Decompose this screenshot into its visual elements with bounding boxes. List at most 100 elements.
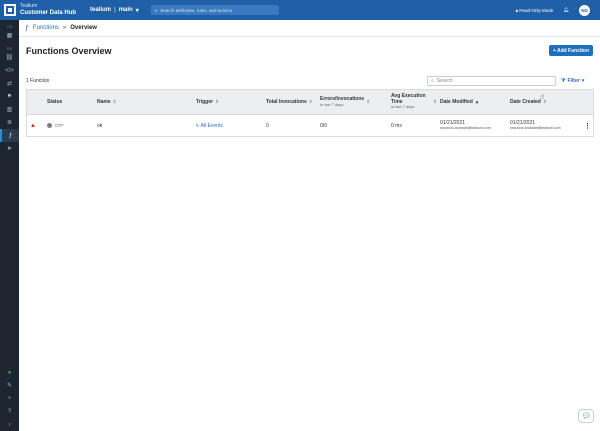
- status-text: OFF: [55, 123, 64, 128]
- more-vertical-icon[interactable]: ⋮: [584, 122, 591, 130]
- functions-table: Status Name ⇕ Trigger ⇕ Total Invocations ⇕…: [26, 89, 594, 137]
- row-trigger[interactable]: ϟ All Events: [193, 123, 263, 129]
- header-date-modified[interactable]: Date Modified ▼: [437, 99, 507, 105]
- brand-title: Customer Data Hub: [20, 10, 77, 16]
- tealium-logo-icon: [4, 4, 16, 16]
- send-icon[interactable]: ➤: [0, 142, 19, 155]
- search-icon: ⌕: [431, 78, 434, 84]
- dashboard-icon[interactable]: ▦: [0, 29, 19, 42]
- header-trigger-label: Trigger: [196, 99, 213, 105]
- header-status[interactable]: Status: [44, 99, 94, 105]
- row-dm-stack: 01/21/2021 mauricio.andrade@tealium.com: [440, 120, 491, 131]
- row-date-modified: 01/21/2021 mauricio.andrade@tealium.com: [437, 120, 507, 131]
- header-errors-stack: Errors/Invocations in last 7 days: [320, 96, 364, 107]
- row-errors: 0/0: [320, 122, 327, 129]
- created-by: mauricio.andrade@tealium.com: [510, 126, 561, 131]
- warning-icon: ▲: [30, 122, 36, 129]
- page-title: Functions Overview: [26, 46, 112, 56]
- modified-by: mauricio.andrade@tealium.com: [440, 126, 491, 131]
- row-date-created: 01/21/2021 mauricio.andrade@tealium.com: [507, 120, 577, 131]
- header-name[interactable]: Name ⇕: [94, 99, 193, 105]
- cursor-icon: ☝︎: [540, 94, 545, 101]
- function-count: 1 Function: [26, 78, 50, 84]
- header-avg-execution[interactable]: Avg Execution Time in last 7 days ⇕: [388, 93, 437, 110]
- header-trigger[interactable]: Trigger ⇕: [193, 99, 263, 105]
- header-name-label: Name: [97, 99, 111, 105]
- brand[interactable]: Tealium Customer Data Hub: [0, 0, 82, 20]
- lock-icon: 🔒︎: [515, 7, 518, 13]
- status-dot-icon: [47, 123, 52, 128]
- sort-icon: ⇕: [366, 99, 370, 104]
- table-header: Status Name ⇕ Trigger ⇕ Total Invocations ⇕…: [27, 90, 593, 114]
- search-icon: ⌕: [154, 7, 158, 13]
- bar-chart-icon[interactable]: ▥: [0, 103, 19, 116]
- top-bar: Tealium Customer Data Hub tealium | main…: [0, 0, 600, 20]
- filter-icon: ⧩: [561, 78, 566, 84]
- code-icon[interactable]: </>: [0, 64, 19, 77]
- functions-breadcrumb-icon: ƒ: [25, 24, 29, 32]
- readonly-label: Read-Only Mode: [519, 7, 554, 13]
- trigger-label: All Events: [200, 122, 223, 129]
- row-dc-stack: 01/21/2021 mauricio.andrade@tealium.com: [510, 120, 561, 131]
- account-separator: |: [114, 7, 116, 13]
- storage-icon[interactable]: ≣: [0, 116, 19, 129]
- row-warning: ▲: [27, 123, 44, 129]
- functions-icon[interactable]: ƒ: [0, 129, 19, 142]
- account-name: tealium: [90, 7, 112, 13]
- wrench-icon[interactable]: ✎: [0, 379, 19, 392]
- search-input[interactable]: ⌕ Search: [427, 76, 556, 86]
- breadcrumb: ƒ Functions » Overview: [19, 20, 600, 37]
- row-status[interactable]: OFF: [44, 123, 94, 128]
- table-row[interactable]: ▲ OFF ok ϟ All Events 0 0/0 0 ms 01/21/2…: [27, 114, 593, 136]
- row-avg-execution: 0 ms: [391, 122, 402, 129]
- sort-desc-icon: ▼: [474, 99, 480, 105]
- sort-icon: ⇕: [308, 99, 313, 104]
- sort-icon: ⇕: [112, 99, 117, 104]
- header-status-label: Status: [47, 99, 63, 105]
- header-avg-stack: Avg Execution Time in last 7 days: [391, 93, 431, 110]
- avatar[interactable]: ND: [579, 4, 590, 16]
- header-dc-label: Date Created: [510, 99, 541, 105]
- row-actions[interactable]: ⋮: [577, 122, 595, 130]
- filter-label: Filter: [567, 78, 580, 84]
- header-total-invocations[interactable]: Total Invocations ⇕: [263, 99, 317, 105]
- row-name[interactable]: ok: [94, 123, 193, 129]
- rail-section-cs: CS: [6, 24, 13, 29]
- breadcrumb-separator-icon: »: [62, 25, 67, 31]
- trigger-link[interactable]: ϟ All Events: [196, 123, 223, 129]
- header-errors-sub: in last 7 days: [320, 101, 344, 107]
- flag-icon[interactable]: ⚑: [0, 90, 19, 103]
- header-dm-label: Date Modified: [440, 99, 473, 105]
- lightning-icon: ϟ: [196, 122, 199, 129]
- chat-icon[interactable]: 💬︎: [578, 409, 594, 423]
- global-search-placeholder: Search attributes, rules, and actions: [160, 7, 233, 13]
- header-total-label: Total Invocations: [266, 99, 307, 105]
- topbar-right: 🔒︎ Read-Only Mode 🔔︎ ND: [516, 4, 600, 16]
- row-total-invocations: 0: [266, 122, 269, 129]
- header-avg-sub: in last 7 days: [391, 104, 415, 110]
- connections-icon[interactable]: ⛓: [0, 51, 19, 64]
- bell-icon[interactable]: 🔔︎: [563, 7, 569, 13]
- profile-name: main: [118, 7, 133, 13]
- global-search-input[interactable]: ⌕ Search attributes, rules, and actions: [150, 5, 279, 15]
- search-placeholder: Search: [436, 78, 453, 84]
- chevron-down-icon: ▾: [135, 7, 139, 14]
- brand-text: Tealium Customer Data Hub: [20, 3, 77, 17]
- help-icon[interactable]: ?: [0, 405, 19, 418]
- breadcrumb-current: Overview: [70, 25, 97, 31]
- account-profile-selector[interactable]: tealium | main ▾: [90, 7, 139, 14]
- breadcrumb-functions[interactable]: Functions: [33, 25, 59, 31]
- sort-icon: ⇕: [214, 99, 219, 104]
- filter-button[interactable]: ⧩ Filter ▾: [561, 76, 594, 86]
- header-errors[interactable]: Errors/Invocations in last 7 days ⇕: [317, 96, 388, 107]
- status-leaf-icon[interactable]: ●: [0, 366, 19, 379]
- expand-icon[interactable]: ›: [0, 418, 19, 431]
- add-function-button[interactable]: + Add Function: [549, 45, 593, 56]
- chevron-down-icon: ▾: [581, 78, 585, 84]
- rail-bottom: ● ✎ ⑂ ? ›: [0, 366, 19, 431]
- brand-sub: Tealium: [20, 3, 38, 9]
- rules-icon[interactable]: ⇄: [0, 77, 19, 90]
- left-nav-rail: CS ▦ SS ⛓ </> ⇄ ⚑ ▥ ≣ ƒ ➤ ● ✎ ⑂ ? ›: [0, 20, 19, 431]
- readonly-toggle[interactable]: 🔒︎ Read-Only Mode: [516, 8, 554, 13]
- branch-icon[interactable]: ⑂: [0, 392, 19, 405]
